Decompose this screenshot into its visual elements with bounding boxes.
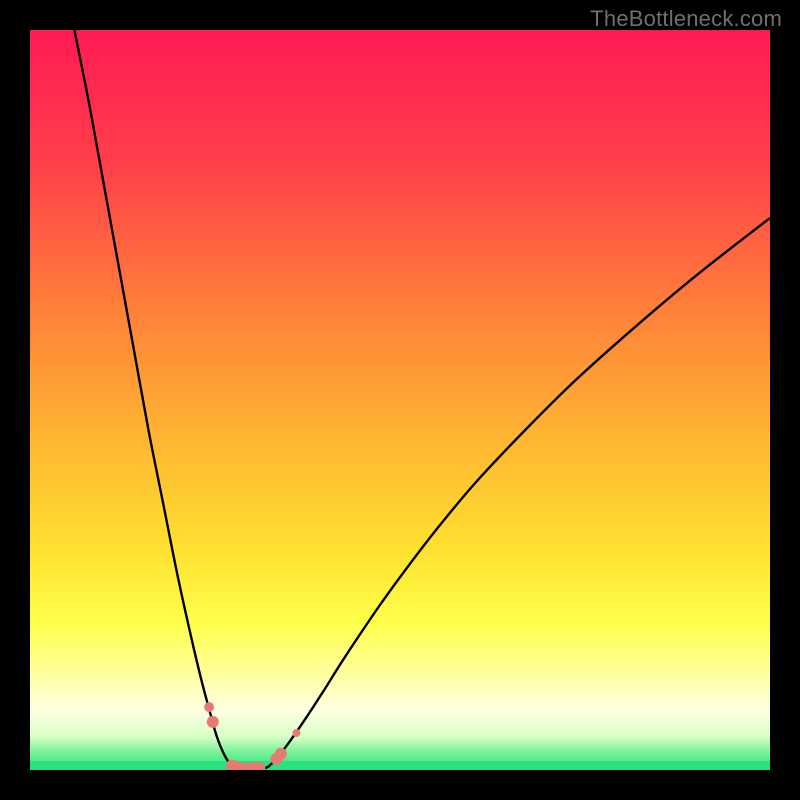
chart-svg xyxy=(30,30,770,770)
watermark-text: TheBottleneck.com xyxy=(590,6,782,32)
curve-marker xyxy=(275,748,287,760)
gradient-background xyxy=(30,30,770,770)
curve-marker xyxy=(204,702,214,712)
curve-marker xyxy=(292,729,300,737)
plot-area xyxy=(30,30,770,770)
outer-frame: TheBottleneck.com xyxy=(0,0,800,800)
curve-marker xyxy=(207,716,219,728)
bottom-green-band xyxy=(30,761,770,770)
